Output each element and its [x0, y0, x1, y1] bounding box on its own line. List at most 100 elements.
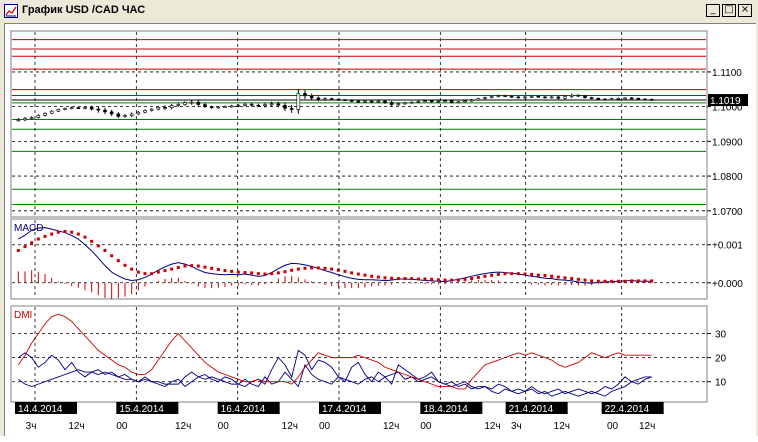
- hour-label: 00: [319, 421, 331, 432]
- dmi-tick-label: 10: [715, 378, 727, 389]
- signal-point: [416, 277, 420, 281]
- candle-body: [283, 104, 287, 109]
- candle-body: [369, 100, 374, 103]
- window-title: График USD /CAD ЧАС: [22, 4, 146, 16]
- candle-body: [529, 95, 534, 98]
- candle-body: [489, 96, 494, 98]
- candle-body: [69, 107, 74, 109]
- signal-point: [123, 263, 127, 267]
- signal-point: [576, 277, 580, 281]
- price-tick-label: 1.0900: [712, 137, 743, 148]
- signal-point: [56, 230, 60, 234]
- current-price-label: 1.1019: [710, 96, 741, 107]
- signal-point: [150, 272, 154, 276]
- signal-point: [163, 269, 167, 273]
- candle-body: [436, 100, 441, 103]
- signal-point: [176, 266, 180, 270]
- chart-area[interactable]: 1.1100 1.1000 1.0900 1.0800 1.0700 1.1019 +0…: [4, 23, 756, 436]
- candle-body: [516, 96, 521, 99]
- candle-body: [609, 98, 614, 100]
- signal-point: [216, 267, 220, 271]
- signal-point: [263, 272, 267, 276]
- candle-body: [263, 104, 267, 106]
- candle-body: [563, 96, 567, 99]
- signal-point: [510, 272, 514, 276]
- signal-point: [116, 259, 120, 263]
- dmi-tick-label: 20: [715, 354, 727, 365]
- signal-point: [96, 244, 100, 248]
- date-label: 21.4.2014: [509, 404, 554, 415]
- signal-point: [316, 266, 320, 270]
- dmi-y-axis: 30 20 10: [707, 330, 727, 389]
- signal-point: [236, 270, 240, 274]
- candle-body: [636, 98, 641, 100]
- signal-point: [463, 277, 467, 281]
- signal-point: [50, 232, 54, 236]
- title-bar[interactable]: График USD /CAD ЧАС _ □ ×: [0, 0, 758, 22]
- signal-point: [563, 276, 567, 280]
- candle-body: [583, 95, 587, 98]
- signal-point: [303, 266, 307, 270]
- signal-point: [143, 272, 147, 276]
- candle-body: [249, 103, 254, 106]
- macd-tick-label: +0.000: [712, 279, 743, 290]
- candle-body: [256, 104, 261, 107]
- candle-body: [116, 113, 121, 117]
- candle-body: [269, 103, 274, 106]
- minimize-button[interactable]: _: [706, 4, 720, 17]
- signal-point: [616, 279, 620, 283]
- price-panel[interactable]: 1.11001.10001.09001.08001.0700 1.1019: [10, 30, 748, 218]
- signal-point: [590, 279, 594, 283]
- signal-point: [570, 277, 574, 281]
- candle-body: [243, 103, 247, 106]
- signal-point: [156, 270, 160, 274]
- candle-body: [169, 105, 174, 108]
- chart-canvas[interactable]: 1.11001.10001.09001.08001.0700 1.1019 +0…: [5, 24, 757, 437]
- signal-point: [550, 274, 554, 278]
- hour-label: 00: [420, 421, 432, 432]
- candle-body: [503, 95, 507, 97]
- candle-body: [476, 98, 481, 101]
- dmi-panel-frame: [10, 305, 708, 403]
- candle-body: [96, 108, 101, 111]
- candle-body: [303, 93, 307, 97]
- signal-point: [210, 266, 214, 270]
- macd-panel[interactable]: +0.001 +0.000 MACD: [10, 218, 743, 300]
- signal-point: [90, 239, 94, 243]
- signal-point: [556, 275, 560, 279]
- candle-body: [109, 111, 114, 115]
- signal-point: [650, 279, 654, 283]
- hour-label: 12ч: [484, 421, 500, 432]
- candle-body: [143, 110, 147, 113]
- candle-body: [463, 100, 467, 103]
- price-y-axis: 1.11001.10001.09001.08001.0700: [707, 68, 743, 218]
- price-tick-label: 1.1100: [712, 68, 742, 79]
- candle-body: [196, 101, 201, 105]
- signal-point: [383, 276, 387, 280]
- candle-body: [549, 96, 554, 99]
- signal-point: [196, 264, 200, 268]
- signal-point: [403, 277, 407, 281]
- candle-body: [223, 106, 227, 108]
- signal-point: [243, 271, 247, 275]
- hour-label: 3ч: [511, 421, 522, 432]
- signal-point: [443, 278, 447, 282]
- candle-body: [103, 109, 107, 113]
- candle-body: [423, 100, 427, 103]
- candle-body: [363, 100, 367, 103]
- signal-point: [23, 245, 27, 249]
- candle-body: [603, 98, 607, 101]
- dmi-panel[interactable]: 30 20 10 DMI: [10, 305, 727, 403]
- maximize-button[interactable]: □: [722, 4, 736, 17]
- signal-point: [170, 267, 174, 271]
- candle-body: [396, 103, 401, 106]
- close-button[interactable]: ×: [738, 4, 752, 17]
- candle-body: [209, 106, 214, 108]
- candle-body: [496, 95, 501, 97]
- signal-point: [470, 277, 474, 281]
- signal-point: [623, 279, 627, 283]
- signal-point: [30, 241, 34, 245]
- signal-point: [270, 272, 274, 276]
- signal-point: [330, 267, 334, 271]
- signal-point: [496, 272, 500, 276]
